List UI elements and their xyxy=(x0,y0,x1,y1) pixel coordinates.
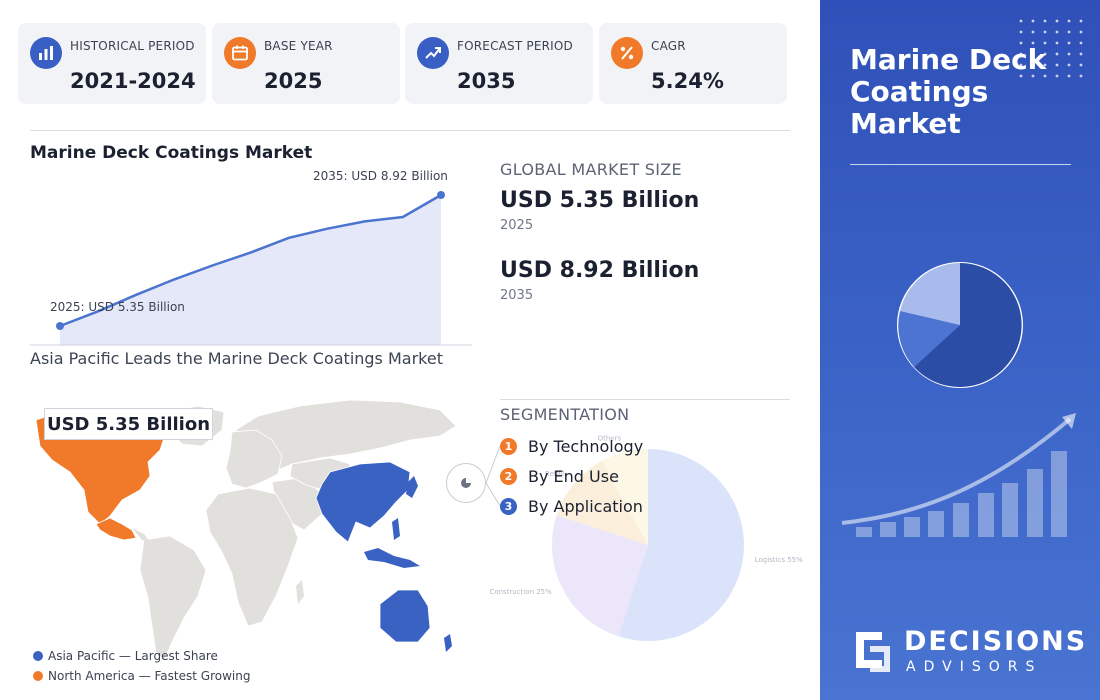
segment-number: 2 xyxy=(500,467,517,485)
segment-item-application[interactable]: 3 By Application xyxy=(500,496,643,516)
infographic-page: HISTORICAL PERIOD 2021-2024 BASE YEAR 20… xyxy=(0,0,1100,700)
brand-logo-icon xyxy=(852,628,894,676)
brand-name: DECISIONS xyxy=(904,626,1088,657)
brand-subtitle: ADVISORS xyxy=(906,659,1043,675)
segment-label: By End Use xyxy=(528,466,619,486)
segment-item-technology[interactable]: 1 By Technology xyxy=(500,436,643,456)
segment-number: 1 xyxy=(500,437,517,455)
segment-label: By Technology xyxy=(528,436,644,456)
segment-item-end-use[interactable]: 2 By End Use xyxy=(500,466,619,486)
panel-pie-icon xyxy=(897,262,1023,388)
panel-divider xyxy=(850,164,1071,165)
segment-label: By Application xyxy=(528,496,643,516)
side-panel: Marine Deck Coatings Market DECISIONS AD… xyxy=(820,0,1100,700)
panel-title: Marine Deck Coatings Market xyxy=(850,43,1047,140)
segment-number: 3 xyxy=(500,497,517,515)
segmentation-connectors xyxy=(485,445,501,507)
panel-growth-bars-icon xyxy=(841,413,1076,537)
